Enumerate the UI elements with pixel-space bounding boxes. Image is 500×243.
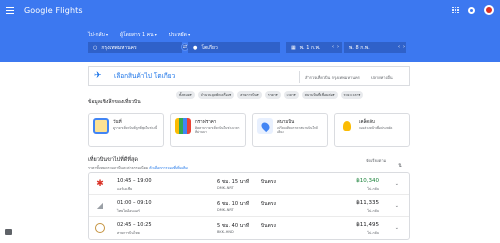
- calendar-icon: ▦: [291, 44, 296, 51]
- price-type: ไป-กลับ: [367, 209, 379, 213]
- filter-chip-connecting-airports[interactable]: สนามบินที่เชื่อมต่อ: [301, 91, 338, 99]
- flight-stops: บินตรง: [261, 179, 276, 185]
- cabin-class-select[interactable]: ประหยัด: [169, 31, 190, 39]
- insight-card-airports[interactable]: สนามบิน เปรียบเทียบราคาสนามบินใกล้เคียง: [252, 113, 328, 147]
- circle-icon: ○: [93, 44, 98, 51]
- filter-chip-airlines[interactable]: สายการบิน: [237, 91, 262, 99]
- insight-card-desc: ดูราคาเที่ยวบินที่ถูกที่สุดในช่วงนี้: [113, 126, 158, 130]
- flight-route: DMK–NRT: [217, 208, 234, 212]
- results-heading: เที่ยวบินขาไปที่ดีที่สุด: [88, 157, 138, 163]
- insight-card-desc: จองล่วงหน้าเพื่อประหยัด: [359, 126, 393, 130]
- chevron-right-icon[interactable]: ›: [337, 44, 339, 50]
- flight-times: 10:45 – 19:00: [117, 178, 152, 184]
- departure-date-value: พ. 1 ก.พ.: [299, 44, 321, 51]
- calendar-icon: [93, 118, 109, 134]
- search-panel: ไป-กลับ ผู้โดยสาร 1 คน ประหยัด ○ กรุงเทพ…: [0, 20, 500, 62]
- flight-price: ฿11,495: [356, 222, 379, 228]
- price-type: ไป-กลับ: [367, 231, 379, 235]
- explore-link-origin[interactable]: สำรวจเที่ยวบิน กรุงเทพมหานคร: [305, 74, 360, 81]
- insight-card-title: สนามบิน: [277, 120, 295, 125]
- filter-chip-times[interactable]: เวลา: [283, 91, 299, 99]
- filter-chip-price[interactable]: ราคา: [264, 91, 281, 99]
- apps-grid-icon[interactable]: [452, 6, 459, 14]
- airline-name: แอร์เอเชีย: [117, 187, 133, 191]
- explore-link-other[interactable]: ปลายทางอื่น: [371, 74, 393, 81]
- flight-route: DMK–NRT: [217, 186, 234, 190]
- insight-card-desc: เปรียบเทียบราคาสนามบินใกล้เคียง: [277, 126, 318, 135]
- flight-times: 01:00 – 09:10: [117, 200, 152, 206]
- insights-heading: ข้อมูลเชิงลึกของเที่ยวบิน: [88, 99, 141, 105]
- insight-card-tips[interactable]: เคล็ดลับ จองล่วงหน้าเพื่อประหยัด: [334, 113, 410, 147]
- sort-label[interactable]: จัดเรียงตาม: [366, 157, 386, 164]
- chevron-left-icon[interactable]: ‹: [398, 44, 400, 50]
- avatar[interactable]: [484, 5, 494, 15]
- explore-title[interactable]: เลือกสินค้าไป โตเกียว: [114, 71, 175, 81]
- explore-card[interactable]: ✈ เลือกสินค้าไป โตเกียว สำรวจเที่ยวบิน ก…: [88, 66, 410, 86]
- insight-card-desc: ติดตามราคาเที่ยวบินในช่วงเวลาที่ผ่านมา: [195, 126, 240, 135]
- flight-row[interactable]: ◢ 01:00 – 09:10 ไทยไลอ้อนแอร์ 6 ชม. 10 น…: [89, 195, 409, 217]
- lightbulb-icon: [339, 118, 355, 134]
- return-date-value: พ. 8 ก.พ.: [349, 44, 370, 51]
- origin-field[interactable]: ○ กรุงเทพมหานคร: [88, 42, 182, 53]
- filter-chips: ทั้งหมด จำนวนจุดพักเครื่อง สายการบิน ราค…: [176, 91, 364, 99]
- chevron-left-icon[interactable]: ‹: [332, 44, 334, 50]
- insight-cards: วันที่ ดูราคาเที่ยวบินที่ถูกที่สุดในช่วง…: [88, 113, 410, 147]
- insight-card-price-graph[interactable]: กราฟราคา ติดตามราคาเที่ยวบินในช่วงเวลาที…: [170, 113, 246, 147]
- flight-duration: 6 ชม. 15 นาที: [217, 179, 250, 185]
- flight-stops: บินตรง: [261, 201, 276, 207]
- insight-card-title: เคล็ดลับ: [359, 120, 375, 125]
- map-pin-icon: [257, 118, 273, 134]
- feedback-icon[interactable]: [5, 229, 12, 235]
- filter-chip-stops[interactable]: จำนวนจุดพักเครื่อง: [197, 91, 235, 99]
- price-type: ไป-กลับ: [367, 187, 379, 191]
- flight-price: ฿10,340: [356, 178, 379, 184]
- menu-icon[interactable]: [6, 6, 14, 14]
- chevron-right-icon[interactable]: ›: [403, 44, 405, 50]
- flight-stops: บินตรง: [261, 223, 276, 229]
- passengers-select[interactable]: ผู้โดยสาร 1 คน: [120, 31, 157, 39]
- gear-icon[interactable]: [468, 6, 475, 14]
- thai-airways-logo-mark: [95, 223, 105, 233]
- divider: [299, 71, 300, 83]
- destination-field[interactable]: ● โตเกียว: [188, 42, 280, 53]
- chevron-down-icon[interactable]: ⌄: [395, 225, 399, 231]
- filter-chip-all[interactable]: ทั้งหมด: [176, 91, 195, 99]
- results-note: ราคาทั้งหมดรวมภาษีและค่าธรรมเนียม ตัวเลื…: [88, 165, 188, 171]
- sort-icon[interactable]: ⇅: [398, 163, 402, 169]
- flight-route: BKK–HND: [217, 230, 234, 234]
- insight-card-title: วันที่: [113, 120, 122, 125]
- return-date-field[interactable]: พ. 8 ก.พ.: [344, 42, 406, 53]
- destination-value: โตเกียว: [201, 44, 218, 51]
- airline-name: สายการบินไทย: [117, 231, 140, 235]
- app-title[interactable]: Google Flights: [24, 6, 83, 15]
- airline-name: ไทยไลอ้อนแอร์: [117, 209, 140, 213]
- insight-card-title: กราฟราคา: [195, 120, 217, 125]
- filter-chip-duration[interactable]: ระยะเวลา: [340, 91, 364, 99]
- booking-options-link[interactable]: ตัวเลือกการจองที่เพิ่มเติม: [149, 166, 188, 170]
- thai-airways-logo-icon: [95, 223, 105, 233]
- flight-row[interactable]: 02:45 – 10:25 สายการบินไทย 5 ชม. 40 นาที…: [89, 217, 409, 239]
- flight-duration: 5 ชม. 40 นาที: [217, 223, 250, 229]
- origin-value: กรุงเทพมหานคร: [101, 44, 137, 51]
- flight-times: 02:45 – 10:25: [117, 222, 152, 228]
- thai-lion-air-logo-icon: ◢: [96, 201, 104, 210]
- top-app-bar: Google Flights: [0, 0, 500, 20]
- chevron-down-icon[interactable]: ⌄: [395, 203, 399, 209]
- airasia-logo-icon: ✱: [96, 178, 104, 189]
- chevron-down-icon[interactable]: ⌄: [395, 181, 399, 187]
- insight-card-dates[interactable]: วันที่ ดูราคาเที่ยวบินที่ถูกที่สุดในช่วง…: [88, 113, 164, 147]
- flight-row[interactable]: ✱ 10:45 – 19:00 แอร์เอเชีย 6 ชม. 15 นาที…: [89, 173, 409, 195]
- flight-duration: 6 ชม. 10 นาที: [217, 201, 250, 207]
- flight-price: ฿11,335: [356, 200, 379, 206]
- plane-icon: ✈: [94, 71, 102, 81]
- results-note-text: ราคาทั้งหมดรวมภาษีและค่าธรรมเนียม: [88, 166, 149, 170]
- flight-results-list: ✱ 10:45 – 19:00 แอร์เอเชีย 6 ชม. 15 นาที…: [88, 172, 410, 240]
- location-pin-icon: ●: [193, 44, 198, 51]
- bar-chart-icon: [175, 118, 191, 134]
- trip-type-select[interactable]: ไป-กลับ: [88, 31, 108, 39]
